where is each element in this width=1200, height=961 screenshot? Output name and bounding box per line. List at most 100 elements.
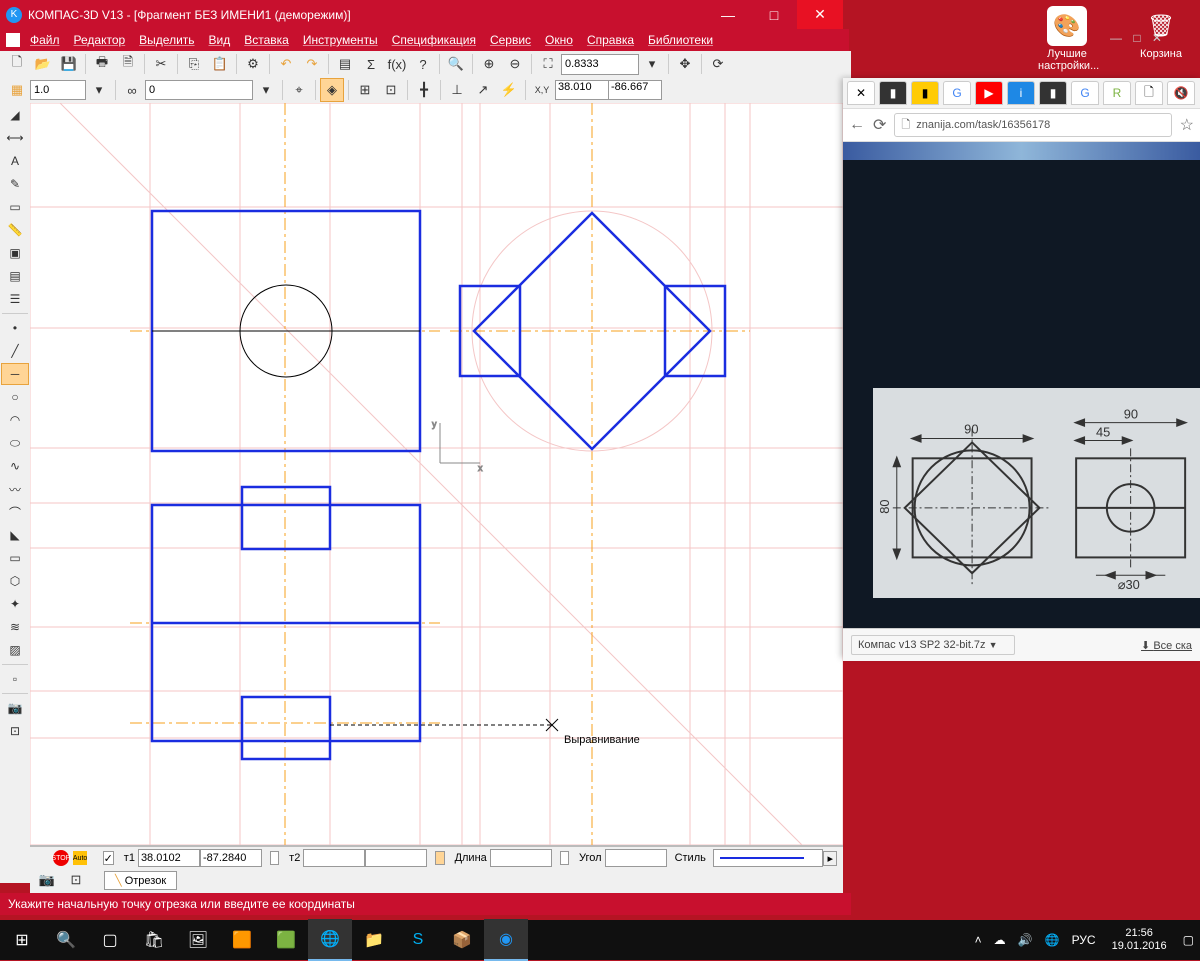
checkbox-ang[interactable] [560, 851, 569, 865]
edit-tab-icon[interactable]: ✎ [1, 173, 29, 195]
equid-icon[interactable]: ≋ [1, 616, 29, 638]
scroll-arrow-icon[interactable]: ▸ [823, 851, 837, 866]
zoom-out-icon[interactable]: ⊖ [503, 52, 527, 76]
extra1-icon[interactable]: ▫ [1, 668, 29, 690]
chrome-icon[interactable]: 🌐 [308, 919, 352, 961]
browser-content[interactable]: 90 80 90 45 [843, 142, 1200, 628]
extra2-icon[interactable]: ⊡ [1, 720, 29, 742]
circle-icon[interactable]: ○ [1, 386, 29, 408]
tab-segment[interactable]: ╲ Отрезок [104, 871, 177, 890]
auto-icon[interactable]: Auto [73, 851, 87, 865]
spec-tab-icon[interactable]: ▤ [1, 265, 29, 287]
grid-icon[interactable]: ▦ [5, 78, 29, 102]
skype-icon[interactable]: S [396, 920, 440, 960]
snap5-icon[interactable]: ╋ [412, 78, 436, 102]
stop-icon[interactable]: STOP [53, 850, 69, 866]
taskview-icon[interactable]: ▢ [88, 920, 132, 960]
maximize-button[interactable]: □ [751, 0, 797, 29]
snap1-icon[interactable]: ⌖ [287, 78, 311, 102]
style-dropdown[interactable] [713, 849, 824, 867]
contour-icon[interactable]: ✦ [1, 593, 29, 615]
length-input[interactable] [490, 849, 552, 867]
geom-tab-icon[interactable]: ◢ [1, 104, 29, 126]
browser-tab[interactable]: 🗋 [1135, 81, 1163, 105]
browser-tab[interactable]: ▮ [879, 81, 907, 105]
t2-x-input[interactable] [303, 849, 365, 867]
tray-network-icon[interactable]: 🌐 [1045, 933, 1060, 947]
checkbox-t1[interactable]: ✓ [103, 851, 114, 865]
desktop-recycle-bin[interactable]: 🗑 Корзина [1132, 6, 1190, 72]
checkbox-t2[interactable] [270, 851, 279, 865]
search-icon[interactable]: 🔍 [44, 920, 88, 960]
browser-tab[interactable]: R [1103, 81, 1131, 105]
snap3-icon[interactable]: ⊞ [353, 78, 377, 102]
menu-tools[interactable]: Инструменты [303, 33, 378, 47]
step-input[interactable] [30, 80, 86, 100]
polygon-icon[interactable]: ⬡ [1, 570, 29, 592]
open-icon[interactable]: 📂 [31, 52, 55, 76]
pin-icon[interactable]: ⊡ [64, 868, 88, 892]
browser-tab[interactable]: i [1007, 81, 1035, 105]
select-tab-icon[interactable]: ▣ [1, 242, 29, 264]
camera2-icon[interactable]: 📷 [35, 868, 59, 892]
notifications-icon[interactable]: ▢ [1183, 933, 1194, 947]
menu-spec[interactable]: Спецификация [392, 33, 476, 47]
fx-icon[interactable]: f(x) [385, 52, 409, 76]
drawing-canvas[interactable]: x y Выравнивание [30, 103, 843, 845]
spline-icon[interactable]: ∿ [1, 455, 29, 477]
t1-y-input[interactable] [200, 849, 262, 867]
desktop-shortcut-chrome[interactable]: 🎨 Лучшие настройки... [1038, 6, 1096, 72]
app1-icon[interactable]: 🟧 [220, 920, 264, 960]
preview-icon[interactable]: 🗎 [116, 52, 140, 76]
star-icon[interactable]: ☆ [1180, 115, 1194, 135]
param-icon[interactable]: ⚡ [497, 78, 521, 102]
meas-tab-icon[interactable]: 📏 [1, 219, 29, 241]
ortho-icon[interactable]: ⊥ [445, 78, 469, 102]
download-item[interactable]: Компас v13 SP2 32-bit.7z ▼ [851, 635, 1015, 655]
zoom-input[interactable] [561, 54, 639, 75]
cut-icon[interactable]: ✂ [149, 52, 173, 76]
menu-file[interactable]: Файл [30, 33, 60, 47]
browser-tab[interactable]: ▮ [911, 81, 939, 105]
zoom-in-icon[interactable]: ⊕ [477, 52, 501, 76]
paste-icon[interactable]: 📋 [208, 52, 232, 76]
val2-input[interactable] [145, 80, 253, 100]
line-icon[interactable]: ─ [1, 363, 29, 385]
menu-libs[interactable]: Библиотеки [648, 33, 713, 47]
vars-icon[interactable]: Σ [359, 52, 383, 76]
menu-select[interactable]: Выделить [139, 33, 194, 47]
ellipse-icon[interactable]: ⬭ [1, 432, 29, 454]
xy-icon[interactable]: X,Y [530, 78, 554, 102]
app2-icon[interactable]: 🟩 [264, 920, 308, 960]
photos-icon[interactable]: 🖼 [176, 920, 220, 960]
undo-icon[interactable]: ↶ [274, 52, 298, 76]
browser-tab[interactable]: ▶ [975, 81, 1003, 105]
text-tab-icon[interactable]: A [1, 150, 29, 172]
show-all-downloads[interactable]: ⬇ Все ска [1141, 639, 1192, 652]
help-icon[interactable]: ? [411, 52, 435, 76]
start-button[interactable]: ⊞ [0, 920, 44, 960]
menu-help[interactable]: Справка [587, 33, 634, 47]
close-button[interactable]: ✕ [797, 0, 843, 29]
tray-volume-icon[interactable]: 🔊 [1018, 933, 1033, 947]
arc-icon[interactable]: ◠ [1, 409, 29, 431]
tray-lang[interactable]: РУС [1072, 933, 1096, 947]
minimize-button[interactable]: — [705, 0, 751, 29]
dropdown-icon[interactable]: ▾ [254, 78, 278, 102]
back-icon[interactable]: ← [849, 116, 865, 134]
tab-close-icon[interactable]: ✕ [847, 81, 875, 105]
t2-y-input[interactable] [365, 849, 427, 867]
dropdown-icon[interactable]: ▾ [640, 52, 664, 76]
snap4-icon[interactable]: ⊡ [379, 78, 403, 102]
hatch-icon[interactable]: ▨ [1, 639, 29, 661]
reload-icon[interactable]: ⟳ [873, 115, 886, 135]
save-icon[interactable]: 💾 [57, 52, 81, 76]
address-bar[interactable]: 🗋znanija.com/task/16356178 [894, 113, 1171, 137]
zoom-fit-icon[interactable]: ⛶ [536, 52, 560, 76]
layers-icon[interactable]: ▤ [333, 52, 357, 76]
pan-icon[interactable]: ✥ [673, 52, 697, 76]
explorer-icon[interactable]: 📁 [352, 920, 396, 960]
checkbox-len[interactable] [435, 851, 444, 865]
document-icon[interactable] [6, 33, 20, 47]
dim-tab-icon[interactable]: ⟷ [1, 127, 29, 149]
